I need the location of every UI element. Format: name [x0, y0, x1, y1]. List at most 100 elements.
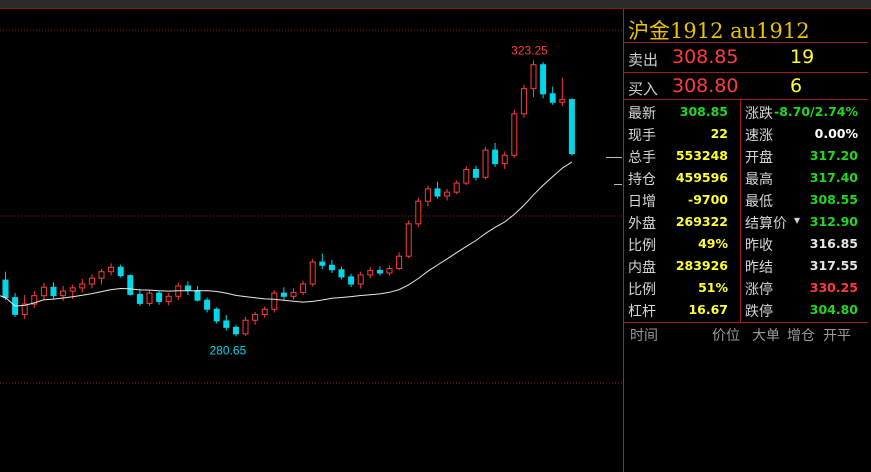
quote-value: 308.55 [809, 192, 858, 207]
candle-body [549, 93, 556, 103]
quote-value: 316.85 [809, 236, 858, 251]
divider [624, 99, 868, 100]
quote-value: 308.85 [679, 104, 728, 119]
kline-svg[interactable]: 323.25 280.65 [0, 9, 622, 472]
buy-volume: 6 [790, 75, 803, 97]
trades-col-time: 时间 [630, 328, 658, 344]
candle-body [472, 169, 479, 178]
quote-panel: 沪金1912 au1912 卖出 308.85 19 买入 308.80 6 最… [623, 9, 871, 472]
quote-label: 比例 [628, 282, 656, 298]
candle-body [453, 182, 460, 193]
orderbook-sell-row[interactable]: 卖出 308.85 19 [624, 44, 868, 73]
quote-value: 0.00% [814, 126, 858, 141]
quote-row: 现手 22 速涨 0.00% [624, 123, 868, 145]
candle-body [357, 274, 364, 285]
quote-row: 总手 553248 开盘 317.20 [624, 145, 868, 167]
candle-body [88, 277, 95, 285]
quote-value: 269322 [675, 214, 728, 229]
candle-body [319, 261, 326, 266]
candle-body [117, 266, 124, 277]
quote-label: 开盘 [745, 150, 773, 166]
sell-volume: 19 [790, 46, 815, 68]
orderbook-buy-row[interactable]: 买入 308.80 6 [624, 73, 868, 102]
quote-value: 317.55 [809, 258, 858, 273]
divider [624, 322, 868, 323]
trades-col-price: 价位 [712, 328, 740, 344]
candle-body [40, 286, 47, 297]
quote-value: 304.80 [809, 302, 858, 317]
quote-value: 49% [698, 236, 728, 251]
quote-label: 涨停 [745, 282, 773, 298]
quote-value: -9700 [688, 192, 728, 207]
candle-body [136, 293, 143, 304]
candle-body [98, 271, 105, 279]
candle-body [405, 223, 412, 257]
candle-body [328, 264, 335, 271]
candle-body [146, 292, 153, 304]
candle-body [540, 64, 547, 95]
quote-label: 持仓 [628, 172, 656, 188]
trades-col-oi: 增仓 [787, 328, 815, 344]
quote-label: 最低 [745, 194, 773, 210]
quote-label: 涨跌 [745, 106, 773, 122]
candle-body [396, 255, 403, 269]
quote-label: 最高 [745, 172, 773, 188]
candle-body [2, 279, 9, 299]
quote-label: 昨结 [745, 260, 773, 276]
quote-row: 日增 -9700 最低 308.55 [624, 189, 868, 211]
candle-body [213, 308, 220, 322]
candle-body [530, 64, 537, 90]
candle-body [108, 266, 115, 273]
quote-label: 日增 [628, 194, 656, 210]
quote-row: 比例 51% 涨停 330.25 [624, 277, 868, 299]
candle-body [376, 269, 383, 274]
quote-label: 外盘 [628, 216, 656, 232]
candle-body [424, 188, 431, 202]
divider [624, 42, 868, 43]
quote-label: 现手 [628, 128, 656, 144]
candle-body [232, 326, 239, 335]
candle-body [348, 276, 355, 285]
candle-body [492, 149, 499, 165]
quote-row: 持仓 459596 最高 317.40 [624, 167, 868, 189]
kline-chart[interactable]: 323.25 280.65 [0, 9, 622, 472]
sell-price[interactable]: 308.85 [672, 46, 738, 68]
buy-price[interactable]: 308.80 [672, 75, 738, 97]
quote-value: 16.67 [688, 302, 728, 317]
quote-value: 553248 [675, 148, 728, 163]
candle-body [300, 283, 307, 293]
top-toolbar-strip [0, 0, 871, 9]
dropdown-arrow-icon[interactable]: ▾ [794, 213, 800, 227]
candle-body [261, 308, 268, 315]
quote-value: 51% [698, 280, 728, 295]
candle-body [127, 275, 134, 295]
candle-body [204, 299, 211, 310]
price-marker-tick [606, 157, 622, 158]
candle-body [444, 191, 451, 197]
candle-body [511, 113, 518, 156]
low-price-label: 280.65 [210, 343, 247, 357]
candle-body [309, 261, 316, 285]
quote-value: -8.70/2.74% [774, 104, 858, 119]
candle-body [79, 283, 86, 289]
quote-row: 比例 49% 昨收 316.85 [624, 233, 868, 255]
candle-body [338, 269, 345, 278]
candle-body [242, 319, 249, 335]
candle-body [60, 290, 67, 297]
quote-label: 速涨 [745, 128, 773, 144]
column-divider [740, 100, 741, 322]
quote-value: 459596 [675, 170, 728, 185]
candle-body [463, 169, 470, 184]
quote-value: 283926 [675, 258, 728, 273]
candle-body [520, 88, 527, 115]
candle-body [501, 154, 508, 165]
candle-body [386, 267, 393, 274]
candle-body [434, 188, 441, 197]
moving-average-line [0, 161, 573, 307]
quote-label: 杠杆 [628, 304, 656, 320]
quote-value: 330.25 [809, 280, 858, 295]
quote-value: 312.90 [809, 214, 858, 229]
quote-row: 最新 308.85 涨跌 -8.70/2.74% [624, 101, 868, 123]
quote-label: 比例 [628, 238, 656, 254]
trades-col-open: 开平 [823, 328, 851, 344]
